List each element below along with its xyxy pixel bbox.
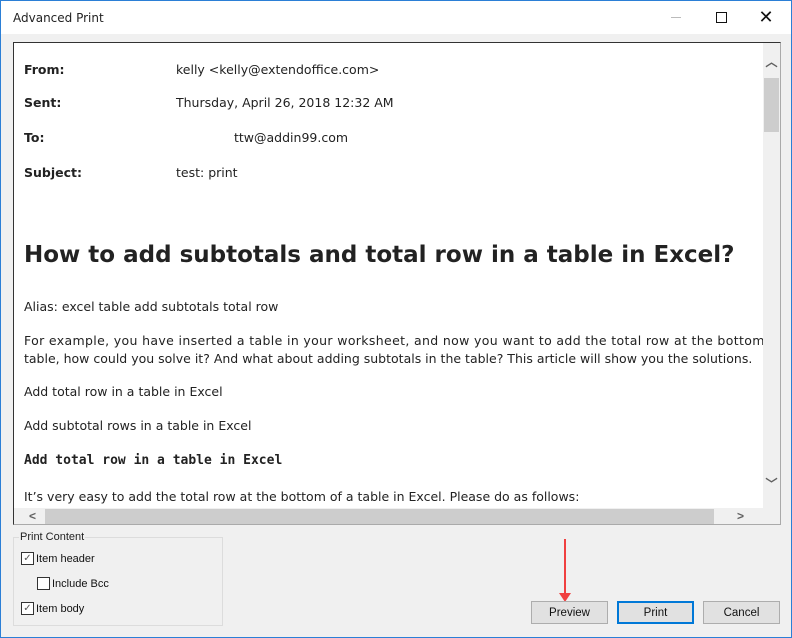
horizontal-scrollbar[interactable]: < > — [14, 508, 763, 524]
sent-value: Thursday, April 26, 2018 12:32 AM — [176, 95, 394, 110]
link-add-subtotal-rows[interactable]: Add subtotal rows in a table in Excel — [24, 418, 251, 433]
subject-label: Subject: — [24, 165, 82, 180]
to-value: ttw@addin99.com — [234, 130, 349, 145]
print-content-group: Print Content ✓ Item header Include Bcc … — [13, 531, 223, 626]
maximize-icon — [715, 12, 727, 23]
checkbox-empty-icon — [37, 577, 50, 590]
annotation-arrow-line — [564, 539, 566, 595]
scroll-corner — [763, 508, 780, 524]
title-bar: Advanced Print ✕ — [1, 1, 791, 34]
horizontal-scroll-thumb[interactable] — [45, 509, 714, 524]
to-label: To: — [24, 130, 45, 145]
advanced-print-dialog: Advanced Print ✕ From: kelly <kelly@exte… — [0, 0, 792, 638]
alias-text: Alias: excel table add subtotals total r… — [24, 299, 279, 314]
item-header-checkbox[interactable]: ✓ Item header — [21, 552, 95, 565]
scroll-down-icon[interactable]: ﹀ — [763, 475, 780, 492]
close-button[interactable]: ✕ — [743, 1, 789, 34]
scroll-up-icon[interactable]: ︿ — [763, 53, 780, 70]
window-title: Advanced Print — [13, 11, 104, 25]
minimize-icon — [671, 17, 681, 18]
intro-line-2: table, how could you solve it? And what … — [24, 351, 753, 366]
include-bcc-label: Include Bcc — [52, 577, 109, 590]
preview-pane[interactable]: From: kelly <kelly@extendoffice.com> Sen… — [13, 42, 781, 525]
email-document: From: kelly <kelly@extendoffice.com> Sen… — [14, 43, 763, 508]
article-heading: How to add subtotals and total row in a … — [24, 242, 735, 268]
checkmark-icon: ✓ — [21, 552, 34, 565]
sent-label: Sent: — [24, 95, 62, 110]
preview-button[interactable]: Preview — [531, 601, 608, 624]
section-text: It’s very easy to add the total row at t… — [24, 489, 580, 504]
from-label: From: — [24, 62, 65, 77]
print-content-label: Print Content — [19, 531, 86, 543]
close-icon: ✕ — [758, 7, 774, 27]
checkmark-icon: ✓ — [21, 602, 34, 615]
scroll-right-icon[interactable]: > — [732, 509, 749, 523]
vertical-scrollbar[interactable]: ︿ ﹀ — [763, 43, 780, 508]
item-body-label: Item body — [36, 602, 85, 615]
cancel-button[interactable]: Cancel — [703, 601, 780, 624]
section-heading: Add total row in a table in Excel — [24, 453, 283, 468]
from-value: kelly <kelly@extendoffice.com> — [176, 62, 380, 77]
minimize-button[interactable] — [653, 1, 699, 34]
include-bcc-checkbox[interactable]: Include Bcc — [37, 577, 109, 590]
maximize-button[interactable] — [698, 1, 744, 34]
item-body-checkbox[interactable]: ✓ Item body — [21, 602, 84, 615]
intro-line-1: For example, you have inserted a table i… — [24, 333, 763, 348]
scroll-left-icon[interactable]: < — [24, 509, 41, 523]
print-button[interactable]: Print — [617, 601, 694, 624]
link-add-total-row[interactable]: Add total row in a table in Excel — [24, 384, 223, 399]
vertical-scroll-thumb[interactable] — [764, 78, 779, 132]
subject-value: test: print — [176, 165, 238, 180]
item-header-label: Item header — [36, 552, 95, 565]
